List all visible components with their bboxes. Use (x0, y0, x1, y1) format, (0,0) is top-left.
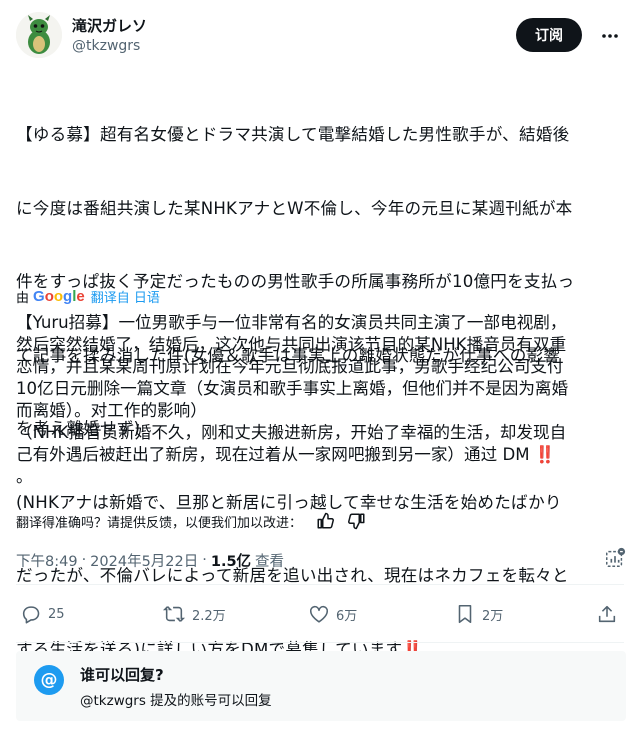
translation-feedback: 翻译得准确吗？请提供反馈，以便我们加以改进： (16, 510, 366, 532)
share-icon (598, 605, 616, 623)
translated-line: 然后突然结婚了，结婚后，这次他与共同出演该节目的某NHK播音员有双重 (16, 335, 567, 354)
tweet-header: 滝沢ガレソ @tkzwgrs 订阅 (16, 12, 628, 62)
translated-by-label: 由 (16, 290, 30, 306)
reply-button[interactable]: 25 (20, 597, 65, 631)
heart-icon (309, 605, 329, 623)
like-count: 6万 (336, 608, 358, 624)
translated-line: 10亿日元删除一篇文章（女演员和歌手事实上离婚，但他们并不是因为离婚 (16, 379, 569, 398)
share-button[interactable] (596, 597, 618, 631)
bookmark-count: 2万 (482, 608, 504, 624)
translated-from-link[interactable]: 翻译自 日语 (91, 287, 160, 306)
divider (16, 584, 624, 585)
translated-line-with-emoji: 己有外遇后被赶出了新房，现在过着从一家网吧搬到另一家）通过 DM ‼️ (16, 444, 624, 466)
analytics-icon[interactable] (604, 547, 626, 573)
translated-line: 【Yuru招募】一位男歌手与一位非常有名的女演员共同主演了一部电视剧， (16, 313, 567, 332)
user-handle[interactable]: @tkzwgrs (72, 36, 147, 56)
bookmark-button[interactable]: 2万 (454, 597, 503, 631)
reply-restriction-title: 谁可以回复? (80, 666, 164, 684)
reply-icon (22, 606, 40, 624)
tweet-meta: 下午8:49 · 2024年5月22日 · 1.5亿 查看 (16, 549, 284, 571)
tweet-time[interactable]: 下午8:49 (16, 550, 78, 571)
translated-line-content: 己有外遇后被赶出了新房，现在过着从一家网吧搬到另一家）通过 DM (16, 445, 530, 464)
reply-count: 25 (48, 606, 65, 622)
like-button[interactable]: 6万 (308, 597, 357, 631)
at-sign-icon: @ (34, 665, 64, 695)
display-name[interactable]: 滝沢ガレソ (72, 16, 147, 36)
meta-separator: · (81, 552, 87, 568)
avatar[interactable] (16, 12, 62, 58)
repost-count: 2.2万 (192, 608, 226, 624)
thumbs-up-icon[interactable] (316, 512, 335, 530)
more-horizontal-icon[interactable] (596, 22, 624, 50)
double-exclamation-emoji: ‼️ (534, 445, 556, 464)
view-label: 查看 (255, 553, 285, 570)
repost-button[interactable]: 2.2万 (162, 597, 226, 631)
divider (16, 642, 624, 643)
repost-icon (162, 606, 186, 622)
subscribe-button[interactable]: 订阅 (516, 18, 582, 52)
tweet-text-line: 【ゆる募】超有名女優とドラマ共演して電撃結婚した男性歌手が、結婚後 (16, 125, 570, 144)
reply-restriction-subtitle: @tkzwgrs 提及的账号可以回复 (80, 693, 272, 709)
thumbs-down-icon[interactable] (348, 512, 366, 530)
translated-line: 而离婚）。对工作的影响） (16, 401, 207, 420)
translated-line: （NHK播音员新婚不久，刚和丈夫搬进新房，开始了幸福的生活，却发现自 (16, 423, 567, 442)
translated-by-bar: 由 Google 翻译自 日语 (16, 286, 160, 306)
feedback-prompt: 翻译得准确吗？请提供反馈，以便我们加以改进： (16, 515, 303, 531)
tweet-actions: 25 2.2万 6万 2万 (16, 597, 624, 631)
translated-text: 【Yuru招募】一位男歌手与一位非常有名的女演员共同主演了一部电视剧， 然后突然… (16, 312, 624, 488)
translated-line: 恋情，并且某某周刊原计划在今年元旦彻底报道此事，男歌手经纪公司支付 (16, 357, 564, 376)
reply-restriction-box: @ 谁可以回复? @tkzwgrs 提及的账号可以回复 (16, 651, 626, 721)
tweet-text-line: に今度は番組共演した某NHKアナとW不倫し、今年の元旦に某週刊紙が本 (16, 198, 573, 218)
view-count: 1.5亿 (210, 553, 252, 570)
tweet-date[interactable]: 2024年5月22日 (90, 550, 198, 571)
meta-separator: · (202, 552, 207, 568)
translated-line: 。 (16, 467, 33, 486)
google-logo: Google (33, 287, 85, 305)
bookmark-icon (458, 604, 472, 624)
